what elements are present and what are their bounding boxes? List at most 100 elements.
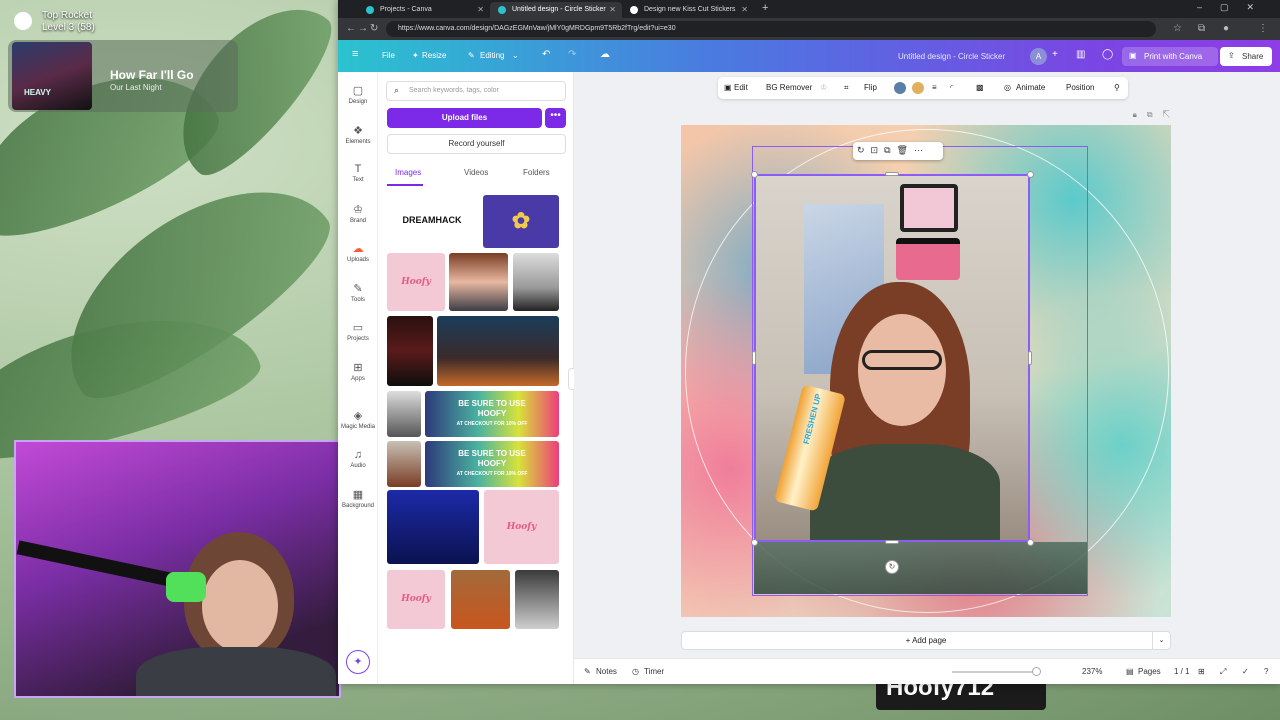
rail-item-background[interactable]: ▦ Background [338,488,378,522]
rail-item-projects[interactable]: ▭ Projects [338,321,378,355]
menu-icon[interactable]: ⋮ [1258,23,1268,34]
paint-format-icon[interactable]: ⚲ [1114,83,1120,92]
resize-handle-bottom-right[interactable] [1027,539,1034,546]
position-button[interactable]: Position [1066,83,1094,92]
upload-more-options-button[interactable]: ••• [545,108,566,128]
upload-thumb-promo-banner[interactable]: BE SURE TO USE HOOFY AT CHECKOUT FOR 10%… [425,391,559,437]
upload-thumb-hoofy[interactable]: Hoofy [387,253,445,311]
tab-folders[interactable]: Folders [523,168,550,177]
delete-icon[interactable]: 🗑︎ [897,145,914,155]
border-style-icon[interactable]: ≡ [932,83,937,92]
close-icon[interactable]: ✕ [609,5,616,14]
upload-thumb-person[interactable] [387,391,421,437]
duplicate-icon[interactable]: ⧉ [884,145,896,155]
rail-item-design[interactable]: ▢ Design [338,84,378,118]
url-field[interactable]: https://www.canva.com/design/DAGzEGMnVaw… [386,21,1156,37]
rail-item-elements[interactable]: ❖ Elements [338,124,378,158]
close-icon[interactable]: ✕ [741,5,748,14]
crop-icon[interactable]: ⌗ [844,83,849,93]
add-collaborator-plus-icon[interactable]: + [1052,49,1058,60]
document-title[interactable]: Untitled design - Circle Sticker [898,52,1005,61]
back-icon[interactable]: ← [346,23,356,34]
upload-thumb-dancer[interactable] [387,490,479,564]
transparency-icon[interactable]: ▩ [976,83,984,92]
resize-button[interactable]: Resize [422,51,446,60]
reload-icon[interactable]: ↻ [370,23,378,34]
tab-projects[interactable]: Projects - Canva ✕ [358,2,490,18]
rail-item-magic-media[interactable]: ◈ Magic Media [338,409,378,443]
tab-untitled-design[interactable]: Untitled design - Circle Sticker ✕ [490,2,622,18]
grid-view-icon[interactable]: ⊞ [1198,667,1205,676]
color-swatch-blue[interactable] [894,82,906,94]
resize-handle-right[interactable] [1028,351,1032,365]
upload-thumb-dark[interactable] [387,316,433,386]
rail-item-audio[interactable]: ♫ Audio [338,449,378,483]
undo-icon[interactable]: ↶ [542,49,550,60]
file-menu[interactable]: File [382,51,395,60]
upload-files-button[interactable]: Upload files [387,108,542,128]
upload-thumb-man[interactable] [515,570,559,629]
close-icon[interactable]: ✕ [477,5,484,14]
design-canvas[interactable]: FRESHEN UP ↻⊡⧉🗑︎⋯ ↻ [681,125,1171,617]
color-swatch-gold[interactable] [912,82,924,94]
resize-handle-top[interactable] [885,172,899,176]
page-actions[interactable]: 🔒︎⧉⇱ [1133,110,1180,120]
zoom-level[interactable]: 237% [1082,667,1102,676]
upload-thumb-flower[interactable]: ✿ [483,195,559,248]
window-controls[interactable]: –▢✕ [1197,2,1272,13]
resize-handle-bottom-left[interactable] [751,539,758,546]
upload-thumb-portrait[interactable] [449,253,508,311]
resize-handle-bottom[interactable] [885,540,899,544]
upload-thumb-dreamhack[interactable]: DREAMHACK [387,195,477,245]
rail-item-uploads[interactable]: ☁ Uploads [338,242,378,276]
rotate-handle-icon[interactable]: ↻ [885,560,899,574]
resize-handle-top-left[interactable] [751,171,758,178]
upload-thumb-hoofy[interactable]: Hoofy [484,490,559,564]
more-options-icon[interactable]: ⋯ [914,145,929,155]
resize-handle-left[interactable] [752,351,756,365]
rotate-icon[interactable]: ↻ [857,145,871,155]
extensions-icon[interactable]: ⧉ [1198,23,1205,34]
comment-icon[interactable]: ◯ [1102,49,1113,60]
rail-item-text[interactable]: T Text [338,163,378,197]
rail-item-tools[interactable]: ✎ Tools [338,282,378,316]
add-page-button[interactable]: + Add page ⌄ [681,631,1171,650]
corner-rounding-icon[interactable]: ◜ [950,83,953,92]
flip-button[interactable]: Flip [864,83,877,92]
editing-mode-dropdown[interactable]: Editing [480,51,504,60]
insights-chart-icon[interactable]: ▥ [1076,49,1085,60]
upload-thumb-movie-poster[interactable] [437,316,559,386]
chevron-down-icon[interactable]: ⌄ [1152,632,1170,649]
upload-thumb-man-orange[interactable] [451,570,510,629]
help-icon[interactable]: ? [1264,667,1268,676]
zoom-slider-track[interactable] [952,671,1036,673]
new-tab-plus-icon[interactable]: + [762,2,768,14]
redo-icon[interactable]: ↷ [568,49,576,60]
share-button[interactable]: ⇪ Share [1220,47,1272,66]
cloud-saved-icon[interactable]: ☁ [600,49,610,60]
search-input[interactable]: ⌕ Search keywords, tags, color [386,81,566,101]
rail-item-apps[interactable]: ⊞ Apps [338,361,378,395]
zoom-slider-knob[interactable] [1032,667,1041,676]
avatar[interactable]: A [1030,48,1047,65]
edit-button[interactable]: Edit [734,83,748,92]
profile-icon[interactable]: ● [1223,23,1229,34]
chevron-down-icon[interactable]: ⌄ [512,51,519,60]
fullscreen-icon[interactable]: ⤢ [1220,667,1226,677]
forward-icon[interactable]: → [358,23,368,34]
timer-button[interactable]: Timer [644,667,664,676]
animate-button[interactable]: Animate [1016,83,1045,92]
star-icon[interactable]: ☆ [1173,23,1182,34]
record-yourself-button[interactable]: Record yourself [387,134,566,154]
hamburger-menu-icon[interactable]: ≡ [352,48,358,60]
pages-button[interactable]: Pages [1138,667,1161,676]
tab-images[interactable]: Images [395,168,421,177]
upload-thumb-promo-banner[interactable]: BE SURE TO USE HOOFY AT CHECKOUT FOR 10%… [425,441,559,487]
check-icon[interactable]: ✓ [1242,667,1249,676]
lock-icon[interactable]: ⊡ [871,145,885,155]
resize-handle-top-right[interactable] [1027,171,1034,178]
tab-kiss-cut-stickers[interactable]: Design new Kiss Cut Stickers ✕ [622,2,754,18]
magic-assistant-icon[interactable]: ✦ [346,650,370,674]
upload-thumb-hoofy[interactable]: Hoofy [387,570,445,629]
bg-remover-button[interactable]: BG Remover [766,83,812,92]
